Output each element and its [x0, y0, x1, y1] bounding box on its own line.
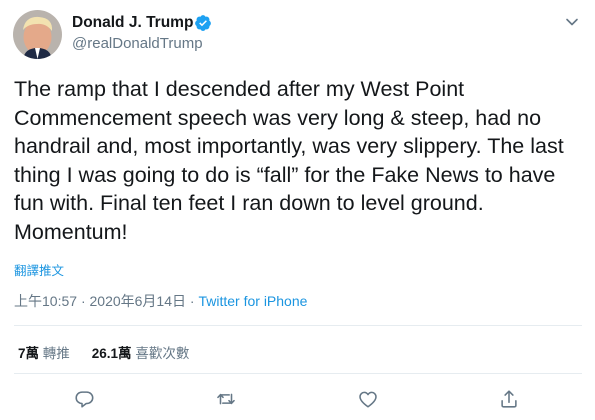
author-name[interactable]: Donald J. Trump	[72, 14, 193, 32]
like-button[interactable]	[357, 388, 379, 410]
tweet-text: The ramp that I descended after my West …	[14, 77, 564, 244]
tweet-date[interactable]: 2020年6月14日	[90, 293, 187, 309]
retweets-count: 7萬	[18, 346, 40, 361]
likes-label: 喜歡次數	[135, 346, 190, 361]
avatar[interactable]	[13, 10, 62, 59]
tweet-time[interactable]: 上午10:57	[14, 293, 77, 309]
divider	[14, 325, 582, 326]
verified-badge-icon	[195, 15, 211, 31]
retweet-icon	[217, 393, 235, 405]
tweet-stats: 7萬 轉推 26.1萬 喜歡次數	[18, 342, 189, 362]
meta-separator: ·	[80, 293, 86, 309]
meta-separator: ·	[189, 293, 195, 309]
tweet-card: Donald J. Trump @realDonaldTrump The ram…	[0, 0, 595, 420]
likes-count: 26.1萬	[91, 346, 132, 361]
translate-tweet-link[interactable]: 翻譯推文	[14, 260, 64, 279]
avatar-photo-icon	[13, 10, 62, 59]
retweets-label: 轉推	[42, 346, 70, 361]
reply-icon	[75, 391, 94, 408]
reply-button[interactable]	[73, 388, 95, 410]
likes-stat[interactable]: 26.1萬 喜歡次數	[92, 346, 190, 361]
share-button[interactable]	[498, 388, 520, 410]
tweet-meta: 上午10:57 · 2020年6月14日 · Twitter for iPhon…	[14, 291, 307, 311]
like-icon	[359, 391, 377, 408]
share-icon	[501, 390, 517, 408]
retweet-button[interactable]	[215, 388, 237, 410]
divider	[14, 373, 582, 374]
tweet-source-link[interactable]: Twitter for iPhone	[198, 293, 307, 309]
chevron-down-icon[interactable]	[564, 14, 580, 30]
author-handle[interactable]: @realDonaldTrump	[72, 35, 203, 52]
retweets-stat[interactable]: 7萬 轉推	[18, 346, 70, 361]
